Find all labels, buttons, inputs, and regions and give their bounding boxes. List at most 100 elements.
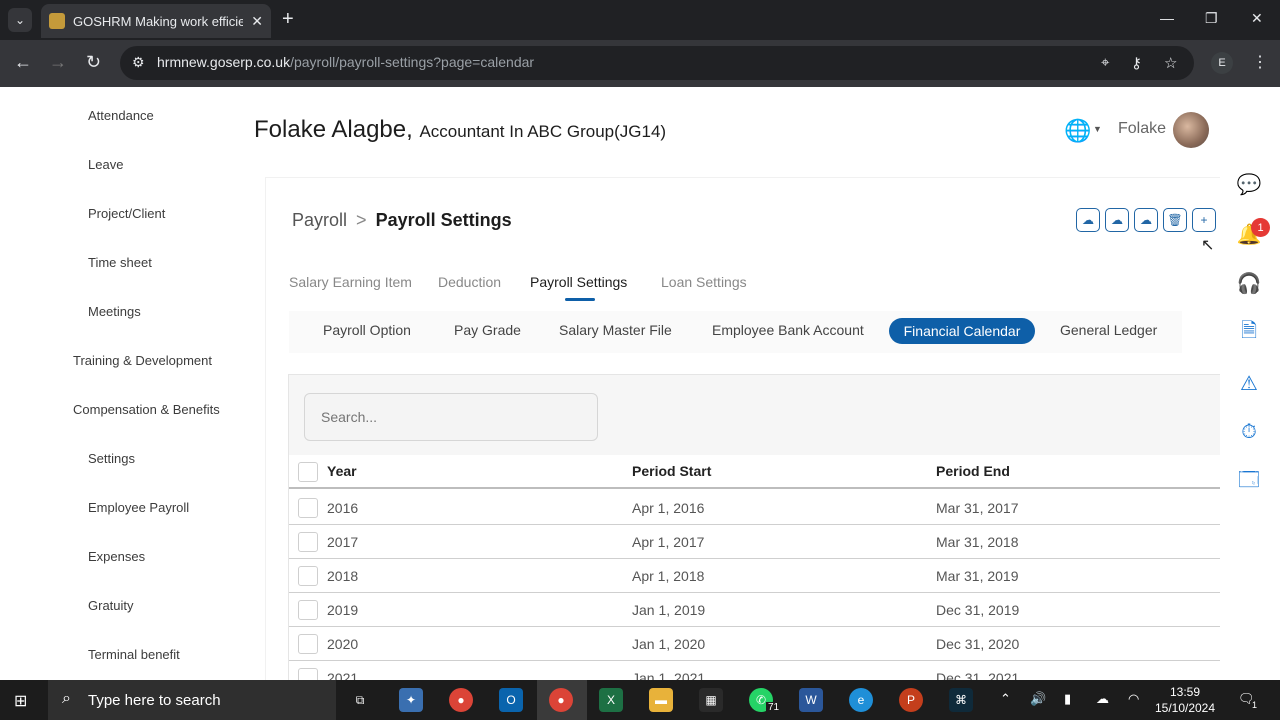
column-header-period-start[interactable]: Period Start xyxy=(632,463,711,479)
back-icon[interactable]: ← xyxy=(14,52,32,73)
subnav-pay-grade[interactable]: Pay Grade xyxy=(454,322,521,338)
report-search-icon[interactable]: 🗔 xyxy=(1237,469,1261,494)
language-globe-icon[interactable]: 🌐 xyxy=(1064,118,1091,144)
row-checkbox[interactable] xyxy=(298,566,318,586)
row-checkbox[interactable] xyxy=(298,498,318,518)
breadcrumb-parent[interactable]: Payroll xyxy=(292,210,347,230)
clock-cancel-icon[interactable]: ⏱ xyxy=(1237,420,1261,444)
url-host: hrmnew.goserp.co.uk xyxy=(157,54,291,70)
forward-icon[interactable]: → xyxy=(49,52,67,73)
table-row[interactable]: 2020 Jan 1, 2020 Dec 31, 2020 xyxy=(289,627,1220,661)
table-row[interactable]: 2016 Apr 1, 2016 Mar 31, 2017 xyxy=(289,491,1220,525)
cloud-sync-icon[interactable]: ☁ xyxy=(1134,208,1158,232)
tray-chevron-icon[interactable]: ⌃ xyxy=(1000,691,1011,707)
cell-period-start: Jan 1, 2019 xyxy=(632,602,706,618)
chat-icon[interactable]: 💬 xyxy=(1237,172,1262,196)
table-row[interactable]: 2021 Jan 1, 2021 Dec 31, 2021 xyxy=(289,661,1220,680)
powerpoint-icon[interactable]: P xyxy=(899,688,923,712)
word-icon[interactable]: W xyxy=(799,688,823,712)
row-checkbox[interactable] xyxy=(298,532,318,552)
sidebar-item-meetings[interactable]: Meetings xyxy=(88,304,141,319)
tab-loan-settings[interactable]: Loan Settings xyxy=(661,274,747,290)
calendar-table: Year Period Start Period End 2016 Apr 1,… xyxy=(288,374,1220,680)
excel-icon[interactable]: X xyxy=(599,688,623,712)
subnav-employee-bank-account[interactable]: Employee Bank Account xyxy=(712,322,864,338)
window-close-icon[interactable]: ✕ xyxy=(1251,10,1263,27)
cloud-download-icon[interactable]: ☁ xyxy=(1105,208,1129,232)
bookmark-star-icon[interactable]: ☆ xyxy=(1164,54,1177,72)
trash-icon[interactable]: 🗑 xyxy=(1163,208,1187,232)
row-checkbox[interactable] xyxy=(298,600,318,620)
column-header-period-end[interactable]: Period End xyxy=(936,463,1010,479)
terminal-app-icon[interactable]: ⌘ xyxy=(949,688,973,712)
sidebar-item-attendance[interactable]: Attendance xyxy=(88,108,154,123)
warning-icon[interactable]: ⚠ xyxy=(1237,371,1261,395)
sidebar-item-leave[interactable]: Leave xyxy=(88,157,123,172)
subnav-general-ledger[interactable]: General Ledger xyxy=(1060,322,1157,338)
location-icon[interactable]: ⌖ xyxy=(1101,54,1109,71)
profile-avatar[interactable]: E xyxy=(1211,52,1233,74)
address-bar: ← → ↻ ⚙ hrmnew.goserp.co.uk/payroll/payr… xyxy=(0,40,1280,87)
add-icon[interactable]: + xyxy=(1192,208,1216,232)
helpdesk-icon[interactable]: 🎧 xyxy=(1237,271,1262,295)
search-input[interactable] xyxy=(304,393,598,441)
chrome-icon[interactable]: ● xyxy=(449,688,473,712)
file-explorer-icon[interactable]: ▬ xyxy=(649,688,673,712)
store-icon[interactable]: ▦ xyxy=(699,688,723,712)
table-row[interactable]: 2019 Jan 1, 2019 Dec 31, 2019 xyxy=(289,593,1220,627)
tab-search-icon[interactable]: ⌄ xyxy=(8,8,32,32)
app-icon[interactable]: ✦ xyxy=(399,688,423,712)
browser-menu-icon[interactable]: ⋮ xyxy=(1252,52,1268,72)
browser-tabbar: ⌄ GOSHRM Making work efficien ✕ + — ❐ ✕ xyxy=(0,0,1280,40)
sidebar-item-project-client[interactable]: Project/Client xyxy=(88,206,165,221)
taskbar: ⊞ ⌕ Type here to search ⧉ ✦ ● O ● X ▬ ▦ … xyxy=(0,680,1280,720)
select-all-checkbox[interactable] xyxy=(298,462,318,482)
new-tab-icon[interactable]: + xyxy=(282,8,294,30)
subnav-salary-master-file[interactable]: Salary Master File xyxy=(559,322,672,338)
tab-salary-earning-item[interactable]: Salary Earning Item xyxy=(289,274,412,290)
row-checkbox[interactable] xyxy=(298,668,318,680)
battery-icon[interactable]: ▮ xyxy=(1064,691,1071,707)
close-tab-icon[interactable]: ✕ xyxy=(251,13,263,30)
task-view-icon[interactable]: ⧉ xyxy=(348,688,372,712)
sidebar-item-compensation[interactable]: Compensation & Benefits xyxy=(73,402,220,417)
tab-deduction[interactable]: Deduction xyxy=(438,274,501,290)
document-icon[interactable]: 🗎 xyxy=(1237,320,1261,345)
sidebar-item-expenses[interactable]: Expenses xyxy=(88,549,145,564)
sidebar-item-training[interactable]: Training & Development xyxy=(73,353,212,368)
restore-icon[interactable]: ❐ xyxy=(1205,10,1218,27)
minimize-icon[interactable]: — xyxy=(1160,10,1174,26)
row-checkbox[interactable] xyxy=(298,634,318,654)
wifi-icon[interactable]: ◠ xyxy=(1128,691,1139,707)
edge-icon[interactable]: e xyxy=(849,688,873,712)
reload-icon[interactable]: ↻ xyxy=(86,52,101,73)
user-full-name: Folake Alagbe, xyxy=(254,116,413,143)
cloud-upload-icon[interactable]: ☁ xyxy=(1076,208,1100,232)
sidebar-item-employee-payroll[interactable]: Employee Payroll xyxy=(88,500,189,515)
subnav-financial-calendar[interactable]: Financial Calendar xyxy=(889,318,1035,344)
table-row[interactable]: 2017 Apr 1, 2017 Mar 31, 2018 xyxy=(289,525,1220,559)
onedrive-icon[interactable]: ☁ xyxy=(1096,691,1109,707)
sidebar-item-terminal-benefit[interactable]: Terminal benefit xyxy=(88,647,180,662)
site-info-icon[interactable]: ⚙ xyxy=(132,54,145,71)
column-header-year[interactable]: Year xyxy=(327,463,357,479)
sidebar-item-time-sheet[interactable]: Time sheet xyxy=(88,255,152,270)
user-short-name[interactable]: Folake xyxy=(1118,120,1166,138)
taskbar-clock[interactable]: 13:59 15/10/2024 xyxy=(1152,684,1218,716)
table-row[interactable]: 2018 Apr 1, 2018 Mar 31, 2019 xyxy=(289,559,1220,593)
url-input[interactable]: ⚙ hrmnew.goserp.co.uk/payroll/payroll-se… xyxy=(120,46,1194,80)
sidebar-item-gratuity[interactable]: Gratuity xyxy=(88,598,134,613)
avatar[interactable] xyxy=(1173,112,1209,148)
volume-icon[interactable]: 🔊 xyxy=(1030,691,1046,707)
tab-payroll-settings[interactable]: Payroll Settings xyxy=(530,274,627,290)
password-key-icon[interactable]: ⚷ xyxy=(1131,54,1142,72)
cell-period-end: Mar 31, 2019 xyxy=(936,568,1019,584)
subnav-payroll-option[interactable]: Payroll Option xyxy=(323,322,411,338)
windows-start-icon[interactable]: ⊞ xyxy=(14,691,32,710)
sidebar-item-settings[interactable]: Settings xyxy=(88,451,135,466)
chevron-down-icon[interactable]: ▼ xyxy=(1093,124,1102,134)
chrome-profile-icon[interactable]: ● xyxy=(549,688,573,712)
taskbar-search[interactable]: ⌕ Type here to search xyxy=(48,680,336,720)
browser-tab[interactable]: GOSHRM Making work efficien ✕ xyxy=(41,4,271,38)
outlook-icon[interactable]: O xyxy=(499,688,523,712)
